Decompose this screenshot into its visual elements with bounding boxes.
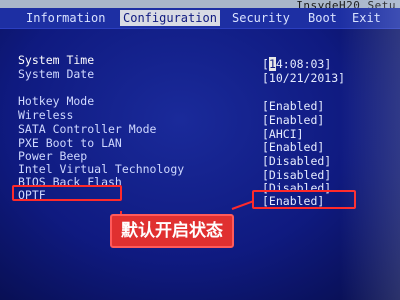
tab-configuration[interactable]: Configuration: [120, 10, 220, 26]
setting-value-system-time[interactable]: [14:08:03]: [262, 57, 332, 71]
menu-bar: Information Configuration Security Boot …: [0, 8, 400, 29]
setting-value-power-beep[interactable]: [Disabled]: [262, 155, 331, 168]
setting-value-hotkey-mode[interactable]: [Enabled]: [262, 100, 324, 113]
configuration-panel: System Time [14:08:03] System Date [10/2…: [0, 28, 400, 300]
setting-label-hotkey-mode[interactable]: Hotkey Mode: [18, 95, 94, 108]
time-cursor[interactable]: 1: [268, 57, 276, 71]
setting-label-system-date[interactable]: System Date: [18, 68, 94, 81]
time-rest: 4:08:03]: [275, 57, 332, 71]
tab-information[interactable]: Information: [26, 10, 105, 26]
setting-value-system-date[interactable]: [10/21/2013]: [262, 72, 345, 85]
tab-boot[interactable]: Boot: [308, 10, 337, 26]
tab-security[interactable]: Security: [232, 10, 290, 26]
annotation-callout: 默认开启状态: [110, 214, 234, 248]
setting-label-system-time[interactable]: System Time: [18, 54, 94, 67]
setting-label-wireless[interactable]: Wireless: [18, 109, 73, 122]
setting-label-sata-controller-mode[interactable]: SATA Controller Mode: [18, 123, 156, 136]
title-bar: InsydeH20 Setu: [0, 0, 400, 12]
setting-value-pxe-boot[interactable]: [Enabled]: [262, 141, 324, 154]
setting-value-wireless[interactable]: [Enabled]: [262, 114, 324, 127]
tab-exit[interactable]: Exit: [352, 10, 381, 26]
bios-screen: InsydeH20 Setu Information Configuration…: [0, 0, 400, 300]
time-bracket: [: [262, 57, 269, 71]
optf-label-highlight: [12, 185, 122, 201]
optf-value-highlight: [252, 190, 356, 209]
